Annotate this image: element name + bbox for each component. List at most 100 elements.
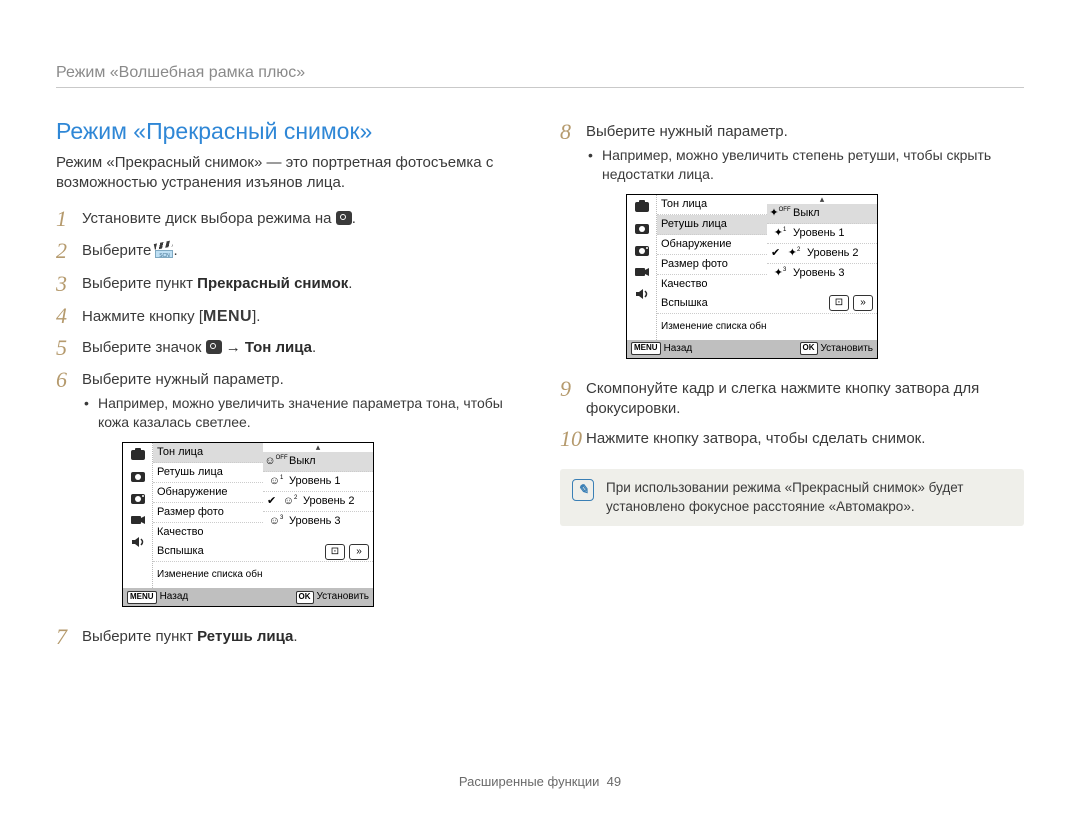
menu-chip: MENU [631, 342, 661, 355]
sparkle-level-icon: ✦1 [771, 226, 789, 241]
menu-item[interactable]: Тон лица [657, 197, 767, 212]
step-bold: → Тон лица [222, 339, 312, 356]
sparkle-off-icon: ✦OFF [771, 206, 789, 221]
menu-item[interactable]: Тон лица [153, 445, 263, 460]
face-off-icon: ☺OFF [267, 454, 285, 469]
step-number: 7 [56, 625, 82, 649]
face-level-icon: ☺1 [267, 474, 285, 489]
step-sub-bullet: Например, можно увеличить степень ретуши… [586, 146, 1024, 184]
mode-dial-icon [336, 211, 352, 225]
chevron-up-icon[interactable]: ▴ [767, 195, 877, 204]
camera-alt-icon [123, 487, 152, 509]
menu-item[interactable]: Вспышка [657, 296, 767, 311]
step-number: 1 [56, 207, 82, 231]
menu-item[interactable]: Обнаружение [153, 485, 263, 500]
option-label: Уровень 1 [289, 474, 341, 489]
menu-item[interactable]: Изменение списка обнаруживаемых лиц [657, 321, 767, 333]
menu-item[interactable]: Ретушь лица [153, 465, 263, 480]
menu-item[interactable]: Изменение списка обнаруживаемых лиц [153, 569, 263, 581]
left-column: Режим «Прекрасный снимок» Режим «Прекрас… [56, 106, 520, 658]
option-row[interactable]: ☺1 Уровень 1 [263, 472, 373, 492]
frame-icon[interactable]: ⊡ [325, 544, 345, 560]
menu-item[interactable]: Ретушь лица [657, 217, 767, 232]
option-row[interactable]: ☺3Уровень 3 [263, 512, 373, 531]
step-text-after: . [348, 275, 352, 292]
breadcrumb: Режим «Волшебная рамка плюс» [56, 62, 1024, 88]
option-row[interactable]: ✦OFFВыкл [767, 204, 877, 224]
camera-alt-icon [627, 239, 656, 261]
step-3: 3 Выберите пункт Прекрасный снимок. [56, 272, 520, 296]
face-level-icon: ☺3 [267, 514, 285, 529]
option-label: Выкл [289, 454, 316, 469]
camera-icon [206, 340, 222, 354]
step-7: 7 Выберите пункт Ретушь лица. [56, 625, 520, 649]
menu-sidebar [627, 195, 656, 340]
checkbox-checked-icon: ✔ [267, 494, 277, 509]
ok-chip: OK [800, 342, 818, 355]
double-chevron-right-icon[interactable]: » [853, 295, 873, 311]
section-title: Режим «Прекрасный снимок» [56, 116, 520, 147]
menu-footer: MENUНазад OKУстановить [627, 340, 877, 358]
menu-item[interactable]: Качество [153, 525, 263, 540]
option-row[interactable]: ✦1Уровень 1 [767, 224, 877, 244]
step-text: Нажмите кнопку затвора, чтобы сделать сн… [586, 427, 1024, 449]
double-chevron-right-icon[interactable]: » [349, 544, 369, 560]
face-level-icon: ☺2 [281, 494, 299, 509]
step-text-after: . [293, 628, 297, 645]
frame-icon[interactable]: ⊡ [829, 295, 849, 311]
step-sub-bullet: Например, можно увеличить значение парам… [82, 394, 520, 432]
step-text: Выберите нужный параметр. [82, 371, 284, 388]
footer-set-label[interactable]: Установить [821, 342, 874, 356]
step-bold: Прекрасный снимок [197, 275, 348, 292]
step-text-after: ]. [252, 308, 260, 325]
chevron-up-icon[interactable]: ▴ [263, 443, 373, 452]
menu-label: MENU [203, 308, 252, 325]
option-label: Уровень 2 [303, 494, 355, 509]
menu-sidebar [123, 443, 152, 588]
option-row[interactable]: ☺OFF Выкл [263, 452, 373, 472]
menu-item[interactable]: Размер фото [153, 505, 263, 520]
option-row[interactable]: ✔✦2Уровень 2 [767, 244, 877, 264]
menu-item[interactable]: Качество [657, 277, 767, 292]
step-bold: Ретушь лица [197, 628, 293, 645]
camera-icon [123, 465, 152, 487]
step-4: 4 Нажмите кнопку [MENU]. [56, 304, 520, 328]
menu-item[interactable]: Обнаружение [657, 237, 767, 252]
step-1: 1 Установите диск выбора режима на . [56, 207, 520, 231]
menu-item[interactable]: Вспышка [153, 544, 263, 559]
menu-item[interactable]: Размер фото [657, 257, 767, 272]
intro-text: Режим «Прекрасный снимок» — это портретн… [56, 153, 520, 194]
step-number: 9 [560, 377, 586, 401]
sparkle-level-icon: ✦2 [785, 246, 803, 261]
step-number: 6 [56, 368, 82, 392]
sparkle-level-icon: ✦3 [771, 266, 789, 281]
footer-back-label[interactable]: Назад [664, 342, 693, 356]
camera-mode-icon [627, 195, 656, 217]
option-row[interactable]: ✔ ☺2 Уровень 2 [263, 492, 373, 512]
video-icon [123, 509, 152, 531]
step-text: Скомпонуйте кадр и слегка нажмите кнопку… [586, 377, 1024, 420]
option-row[interactable]: ✦3Уровень 3 [767, 264, 877, 283]
step-number: 8 [560, 120, 586, 144]
step-text-after: . [312, 339, 316, 356]
step-6: 6 Выберите нужный параметр. Например, мо… [56, 368, 520, 617]
footer-set-label[interactable]: Установить [317, 590, 370, 604]
ok-chip: OK [296, 591, 314, 604]
step-text: Нажмите кнопку [ [82, 308, 203, 325]
step-text: Выберите пункт [82, 275, 197, 292]
right-column: 8 Выберите нужный параметр. Например, мо… [560, 106, 1024, 658]
step-number: 4 [56, 304, 82, 328]
menu-footer: MENUНазад OKУстановить [123, 588, 373, 606]
step-10: 10 Нажмите кнопку затвора, чтобы сделать… [560, 427, 1024, 451]
video-icon [627, 261, 656, 283]
footer-section-label: Расширенные функции [459, 774, 600, 789]
step-5: 5 Выберите значок → Тон лица. [56, 336, 520, 360]
sound-icon [627, 283, 656, 305]
step-text-after: . [173, 242, 177, 259]
step-text: Выберите значок [82, 339, 206, 356]
footer-back-label[interactable]: Назад [160, 590, 189, 604]
menu-screenshot-tone: Тон лица Ретушь лица Обнаружение Размер … [122, 442, 374, 607]
info-icon: ✎ [572, 479, 594, 501]
step-8: 8 Выберите нужный параметр. Например, мо… [560, 120, 1024, 369]
step-text: Выберите [82, 242, 155, 259]
